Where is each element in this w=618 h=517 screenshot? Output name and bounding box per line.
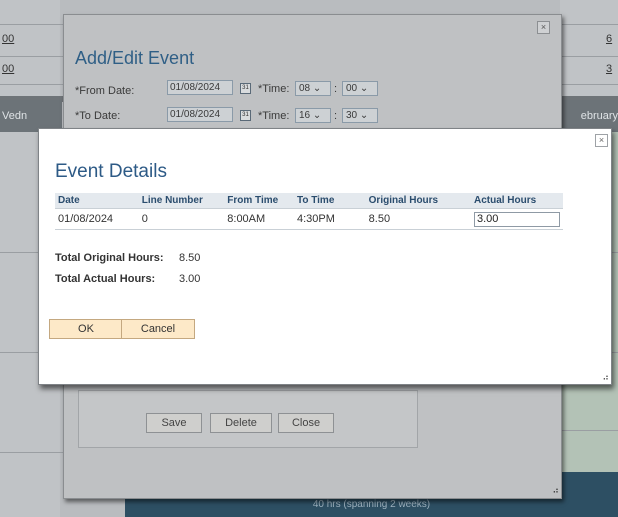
close-icon[interactable]: × [537,21,550,34]
column-header-date: Date [55,193,139,209]
time-separator: : [334,83,338,95]
cell-line-number: 0 [138,208,225,230]
time-separator: : [334,110,338,122]
close-button[interactable]: Close [278,413,334,433]
column-header-actual-hours: Actual Hours [470,193,563,209]
delete-button[interactable]: Delete [210,413,272,433]
total-actual-hours: Total Actual Hours: 3.00 [55,273,200,285]
from-hour-select[interactable]: 08 ⌄ [295,81,331,96]
cell-original-hours: 8.50 [365,208,471,230]
cell-to-time: 4:30PM [293,208,366,230]
from-hour-value: 08 [299,83,311,94]
to-hour-select[interactable]: 16 ⌄ [295,108,331,123]
total-original-hours: Total Original Hours: 8.50 [55,252,200,264]
total-original-label: Total Original Hours: [55,252,164,264]
event-bar-text: 40 hrs (spanning 2 weeks) [312,499,431,510]
left-value[interactable]: 00 [2,63,14,75]
chevron-down-icon: ⌄ [359,83,369,94]
cell-actual-hours [470,208,563,230]
grid-header-row: Date Line Number From Time To Time Origi… [55,193,563,209]
right-value[interactable]: 6 [606,33,612,45]
actual-hours-input[interactable] [473,211,560,227]
dialog-title: Event Details [55,161,167,182]
column-header-original-hours: Original Hours [365,193,471,209]
row-divider [560,430,618,431]
table-row: 01/08/2024 0 8:00AM 4:30PM 8.50 [55,208,563,230]
cancel-button[interactable]: Cancel [121,319,195,339]
dialog-title: Add/Edit Event [75,48,195,68]
from-minute-value: 00 [346,83,358,94]
total-actual-label: Total Actual Hours: [55,273,156,285]
dialog-titlebar[interactable] [39,129,611,151]
to-minute-value: 30 [346,110,358,121]
chevron-down-icon: ⌄ [359,110,369,121]
right-value[interactable]: 3 [606,63,612,75]
left-value[interactable]: 00 [2,33,14,45]
event-details-grid: Date Line Number From Time To Time Origi… [55,193,563,230]
to-hour-value: 16 [299,110,311,121]
total-actual-value: 3.00 [179,273,201,285]
column-header-from-time: From Time [224,193,294,209]
from-minute-select[interactable]: 00 ⌄ [342,81,378,96]
to-time-label: *Time: [258,110,290,122]
to-minute-select[interactable]: 30 ⌄ [342,108,378,123]
cell-from-time: 8:00AM [224,208,294,230]
resize-grip-icon[interactable]: ⠴ [552,485,559,496]
cell-date: 01/08/2024 [55,208,139,230]
from-date-field[interactable]: 01/08/2024 [167,80,233,95]
row-divider [0,452,63,453]
event-details-dialog: × Event Details Date Line Number From Ti… [38,128,612,385]
to-date-label: *To Date: [75,110,121,122]
calendar-icon[interactable]: 31 [240,110,251,121]
action-group: Save Delete Close [78,390,418,448]
ok-button[interactable]: OK [49,319,123,339]
calendar-icon[interactable]: 31 [240,83,251,94]
save-button[interactable]: Save [146,413,202,433]
column-header-to-time: To Time [293,193,366,209]
from-time-label: *Time: [258,83,290,95]
close-icon[interactable]: × [595,134,608,147]
resize-grip-icon[interactable]: ⠴ [602,372,609,383]
column-header-line-number: Line Number [138,193,225,209]
to-date-field[interactable]: 01/08/2024 [167,107,233,122]
total-original-value: 8.50 [179,252,201,264]
from-date-label: *From Date: [75,85,135,97]
chevron-down-icon: ⌄ [312,83,322,94]
chevron-down-icon: ⌄ [312,110,322,121]
